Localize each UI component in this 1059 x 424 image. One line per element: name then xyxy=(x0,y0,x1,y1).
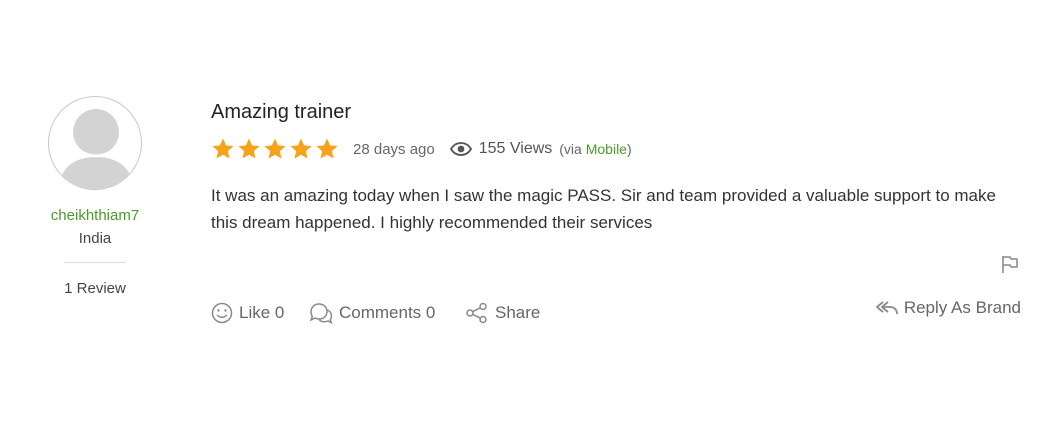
avatar[interactable] xyxy=(48,96,142,190)
star-icon xyxy=(264,138,286,159)
review-actions: Like 0 Comments 0 Share Reply As Brand xyxy=(211,298,1026,328)
comments-label: Comments 0 xyxy=(339,303,436,322)
smiley-icon xyxy=(211,302,233,324)
reviewer-panel: cheikhthiam7 India 1 Review xyxy=(40,96,150,297)
star-icon xyxy=(212,138,234,159)
eye-icon xyxy=(449,142,472,156)
reply-as-brand-button[interactable]: Reply As Brand xyxy=(875,298,1021,318)
share-icon xyxy=(466,302,487,324)
via-prefix: (via xyxy=(559,141,582,157)
review-time: 28 days ago xyxy=(353,140,435,158)
star-icon xyxy=(316,138,338,159)
like-button[interactable]: Like 0 xyxy=(211,302,284,324)
star-icon xyxy=(238,138,260,159)
review-body: It was an amazing today when I saw the m… xyxy=(211,186,996,232)
review-card: Amazing trainer 28 days ago 155 Views (v… xyxy=(211,100,1026,324)
review-meta: 28 days ago 155 Views (via Mobile) xyxy=(211,136,1026,162)
views-count: 155 Views xyxy=(478,140,553,157)
chat-bubbles-icon xyxy=(309,303,333,324)
review-views: 155 Views xyxy=(449,140,553,158)
review-title: Amazing trainer xyxy=(211,101,352,123)
share-button[interactable]: Share xyxy=(465,302,540,324)
via-source: Mobile xyxy=(585,141,627,157)
share-label: Share xyxy=(495,303,541,322)
like-label: Like 0 xyxy=(239,303,285,322)
avatar-placeholder-icon xyxy=(59,109,133,189)
star-rating xyxy=(211,137,339,161)
reviewer-country: India xyxy=(78,230,112,247)
reply-all-icon xyxy=(875,301,898,315)
star-icon xyxy=(290,138,312,159)
divider xyxy=(64,262,126,263)
reviewer-username[interactable]: cheikhthiam7 xyxy=(40,207,150,224)
review-source: (via Mobile) xyxy=(559,141,631,157)
reply-as-brand-label: Reply As Brand xyxy=(903,298,1021,317)
reviewer-review-count: 1 Review xyxy=(64,280,126,297)
flag-icon[interactable] xyxy=(1000,254,1020,274)
via-suffix: ) xyxy=(626,141,632,157)
comments-button[interactable]: Comments 0 xyxy=(309,302,435,324)
